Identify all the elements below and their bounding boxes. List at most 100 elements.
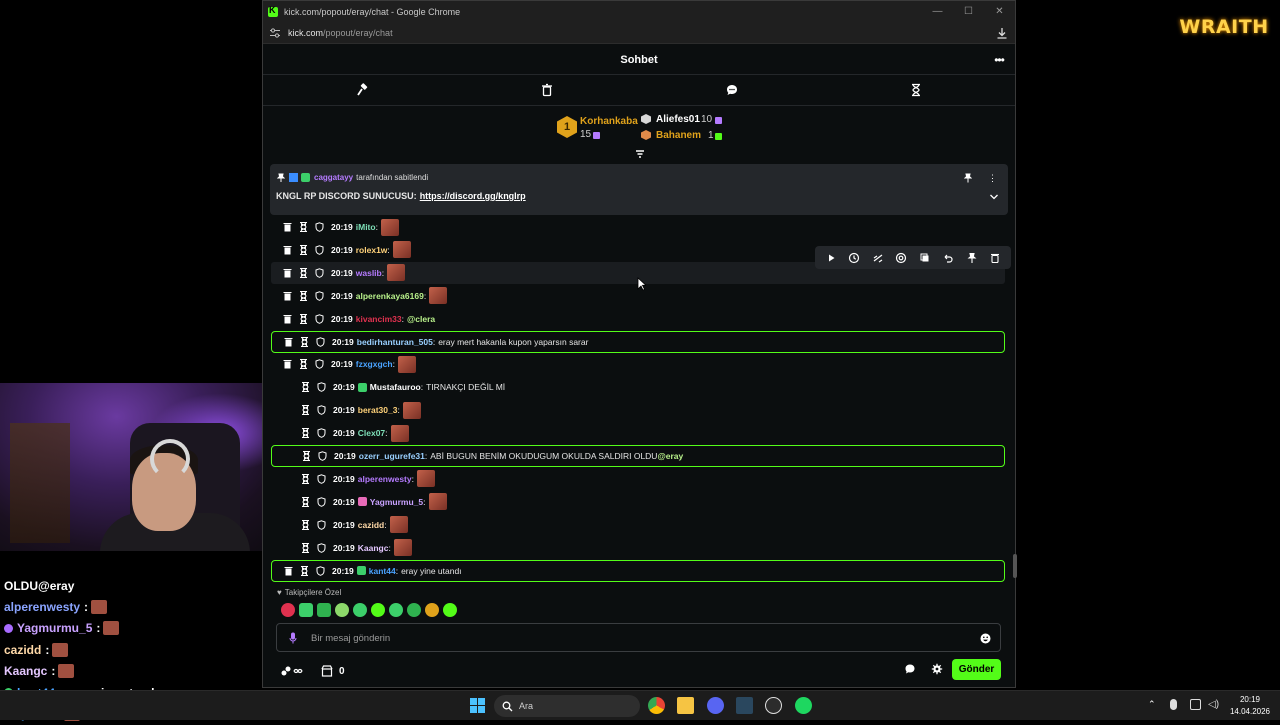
shield-icon[interactable] (317, 405, 326, 416)
trash-icon[interactable] (284, 566, 293, 576)
chat-options-icon[interactable]: ••• (991, 52, 1007, 68)
play-icon[interactable] (825, 252, 837, 264)
chat-bubble-icon[interactable] (904, 663, 916, 675)
windows-start-icon[interactable] (469, 697, 486, 714)
chat-bubble-icon[interactable] (725, 83, 739, 97)
message-username[interactable]: Clex07 (358, 428, 385, 438)
message-username[interactable]: Yagmurmu_5 (370, 497, 423, 507)
mention-icon[interactable] (895, 252, 907, 264)
trash-icon[interactable] (283, 291, 292, 301)
hourglass-icon[interactable] (300, 565, 309, 576)
message-username[interactable]: Mustafauroo (370, 382, 421, 392)
hourglass-icon[interactable] (909, 83, 923, 97)
microphone-icon[interactable] (289, 632, 297, 644)
pin-icon[interactable] (966, 252, 978, 264)
hourglass-icon[interactable] (299, 267, 308, 278)
delete-icon[interactable] (989, 252, 1001, 264)
hourglass-icon[interactable] (301, 473, 310, 484)
message-username[interactable]: waslib (356, 268, 382, 278)
minimize-button[interactable]: — (922, 1, 953, 22)
hourglass-icon[interactable] (302, 451, 311, 461)
shield-icon[interactable] (318, 451, 327, 461)
clock[interactable]: 20:19 14.04.2026 (1226, 694, 1274, 718)
hourglass-icon[interactable] (299, 290, 308, 301)
emote-button[interactable] (335, 603, 349, 617)
shield-icon[interactable] (317, 428, 326, 438)
spotify-app-icon[interactable] (795, 697, 812, 714)
chat-message[interactable]: 20:19 alperenwesty: (271, 468, 1005, 490)
shield-icon[interactable] (315, 268, 324, 278)
shield-icon[interactable] (315, 359, 324, 370)
shield-icon[interactable] (316, 336, 325, 347)
discord-app-icon[interactable] (707, 697, 724, 714)
chat-message[interactable]: 20:19 Clex07: (271, 422, 1005, 444)
chat-scrollbar[interactable] (1013, 554, 1017, 578)
message-username[interactable]: ozerr_ugurefe31 (359, 451, 425, 461)
maximize-button[interactable]: ☐ (953, 1, 984, 22)
message-username[interactable]: kivancim33 (356, 314, 402, 324)
hourglass-icon[interactable] (299, 359, 308, 370)
trash-icon[interactable] (283, 268, 292, 278)
steam-app-icon[interactable] (736, 697, 753, 714)
settings-gear-icon[interactable] (931, 663, 943, 675)
trash-icon[interactable] (540, 83, 554, 97)
channel-points[interactable]: 0 (281, 665, 345, 677)
shield-icon[interactable] (317, 474, 326, 484)
send-button[interactable]: Gönder (952, 659, 1001, 680)
trash-icon[interactable] (283, 222, 292, 232)
taskbar-search[interactable]: Ara (494, 695, 640, 717)
hourglass-icon[interactable] (301, 405, 310, 416)
display-tray-icon[interactable] (1190, 699, 1201, 710)
emote-button[interactable] (281, 603, 295, 617)
chat-message[interactable]: 20:19 Yagmurmu_5: (271, 491, 1005, 513)
shield-icon[interactable] (316, 565, 325, 576)
hourglass-icon[interactable] (300, 336, 309, 347)
message-mention[interactable]: @eray (657, 451, 683, 461)
hourglass-icon[interactable] (301, 496, 310, 507)
file-explorer-icon[interactable] (677, 697, 694, 714)
hourglass-icon[interactable] (301, 428, 310, 439)
address-bar[interactable]: kick.com/popout/eray/chat (263, 22, 1015, 44)
shield-icon[interactable] (317, 519, 326, 530)
gavel-icon[interactable] (356, 83, 370, 97)
undo-icon[interactable] (942, 252, 954, 264)
message-username[interactable]: Kaangc (358, 543, 389, 553)
chrome-app-icon[interactable] (648, 697, 665, 714)
hourglass-icon[interactable] (299, 313, 308, 324)
message-username[interactable]: alperenkaya6169 (356, 291, 424, 301)
message-username[interactable]: berat30_3 (358, 405, 398, 415)
shield-icon[interactable] (315, 222, 324, 232)
tray-chevron-up-icon[interactable]: ⌃ (1148, 699, 1159, 710)
shield-icon[interactable] (317, 542, 326, 553)
clock-icon[interactable] (848, 252, 860, 264)
trash-icon[interactable] (283, 314, 292, 324)
chat-message[interactable]: 20:19 iMito: (271, 216, 1005, 238)
chevron-down-icon[interactable] (989, 193, 999, 201)
trash-icon[interactable] (284, 337, 293, 347)
emote-button[interactable] (299, 603, 313, 617)
chat-message[interactable]: 20:19 Kaangc: (271, 537, 1005, 559)
emote-button[interactable] (425, 603, 439, 617)
chat-message[interactable]: 20:19 berat30_3: (271, 399, 1005, 421)
message-username[interactable]: cazidd (358, 520, 384, 530)
download-icon[interactable] (995, 26, 1009, 40)
site-settings-icon[interactable] (269, 27, 281, 39)
chat-message[interactable]: 20:19 kivancim33: @clera (271, 308, 1005, 330)
chat-message[interactable]: 20:19 ozerr_ugurefe31: ABİ BUGUN BENİM OKU… (271, 445, 1005, 467)
shield-icon[interactable] (315, 313, 324, 324)
message-username[interactable]: rolex1w (356, 245, 388, 255)
emote-button[interactable] (353, 603, 367, 617)
shield-icon[interactable] (315, 290, 324, 301)
emote-button[interactable] (443, 603, 457, 617)
chat-message[interactable]: 20:19 fzxgxgch: (271, 353, 1005, 375)
pinned-more-icon[interactable]: ⋮ (988, 173, 997, 184)
hourglass-icon[interactable] (301, 542, 310, 553)
message-input[interactable]: Bir mesaj gönderin (276, 623, 1001, 652)
hourglass-icon[interactable] (301, 382, 310, 393)
emote-button[interactable] (389, 603, 403, 617)
message-mention[interactable]: @clera (407, 314, 435, 324)
chat-message[interactable]: 20:19 kant44: eray yine utandı (271, 559, 1005, 582)
emote-button[interactable] (407, 603, 421, 617)
pinned-by-user[interactable]: caggatayy (314, 173, 353, 182)
message-username[interactable]: alperenwesty (358, 474, 412, 484)
